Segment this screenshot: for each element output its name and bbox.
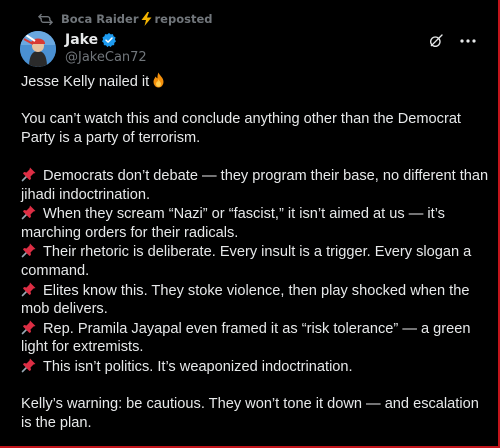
bullet-text: This isn’t politics. It’s weaponized ind… — [43, 358, 353, 375]
tweet-actions-top — [414, 31, 478, 51]
tweet-line-1-text: Jesse Kelly nailed it — [21, 74, 150, 90]
repost-icon — [37, 12, 53, 26]
grok-icon[interactable] — [426, 31, 446, 51]
bullet-item: Rep. Pramila Jayapal even framed it as “… — [21, 319, 489, 357]
pushpin-emoji-icon — [21, 242, 37, 258]
verified-badge-icon — [101, 32, 117, 48]
bullet-item: When they scream “Nazi” or “fascist,” it… — [21, 204, 489, 242]
bullet-item: Their rhetoric is deliberate. Every insu… — [21, 242, 489, 280]
author-name[interactable]: Jake — [65, 32, 98, 48]
avatar[interactable] — [20, 31, 56, 67]
bullet-text: Rep. Pramila Jayapal even framed it as “… — [21, 320, 471, 356]
author-block[interactable]: Jake @JakeCan72 — [65, 31, 147, 67]
repost-indicator[interactable]: Boca Raider reposted — [37, 11, 213, 27]
bullet-text: Elites know this. They stoke violence, t… — [21, 282, 470, 318]
author-handle[interactable]: @JakeCan72 — [65, 50, 147, 67]
bullet-text: Their rhetoric is deliberate. Every insu… — [21, 244, 472, 279]
pushpin-emoji-icon — [21, 204, 37, 220]
more-options-icon[interactable] — [458, 31, 478, 51]
tweet-closing: Kelly’s warning: be cautious. They won’t… — [21, 396, 479, 431]
bullet-text: When they scream “Nazi” or “fascist,” it… — [21, 206, 445, 241]
bullet-item: Democrats don’t debate — they program th… — [21, 166, 489, 204]
pushpin-emoji-icon — [21, 357, 37, 373]
bullet-item: Elites know this. They stoke violence, t… — [21, 281, 489, 319]
repost-author[interactable]: Boca Raider — [61, 12, 139, 26]
pushpin-emoji-icon — [21, 166, 37, 182]
tweet-text: Jesse Kelly nailed it You can’t watch th… — [21, 72, 489, 432]
fire-emoji-icon — [151, 72, 166, 88]
bullet-item: This isn’t politics. It’s weaponized ind… — [21, 357, 489, 377]
tweet-paragraph-2: You can’t watch this and conclude anythi… — [21, 111, 461, 146]
lightning-bolt-icon — [141, 12, 152, 26]
pushpin-emoji-icon — [21, 281, 37, 297]
repost-action: reposted — [154, 12, 213, 26]
pushpin-emoji-icon — [21, 319, 37, 335]
tweet-line-1: Jesse Kelly nailed it — [21, 72, 489, 92]
bullet-text: Democrats don’t debate — they program th… — [21, 167, 489, 203]
